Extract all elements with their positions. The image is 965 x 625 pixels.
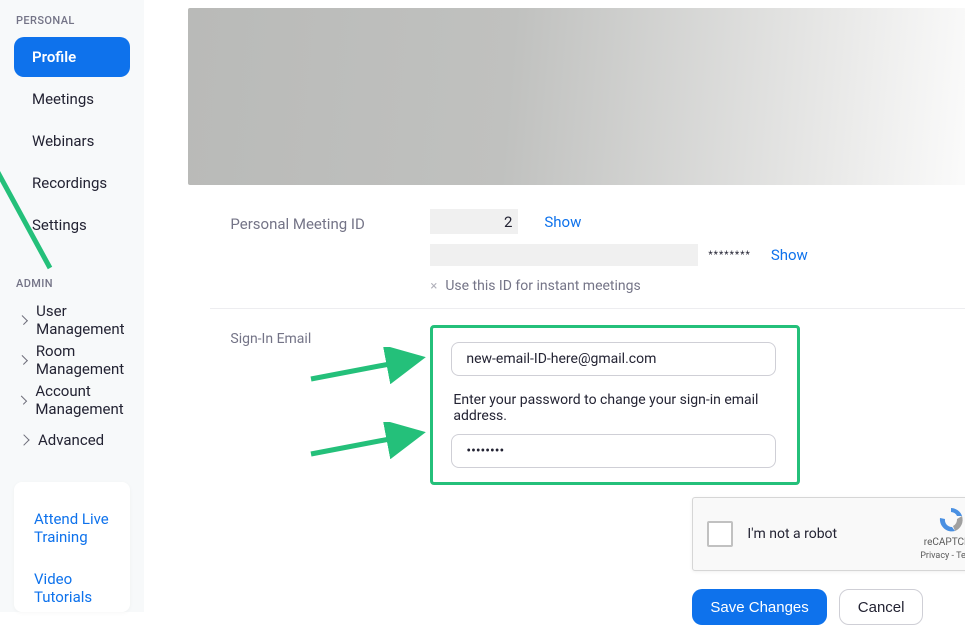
- video-tutorials-link[interactable]: Video Tutorials: [34, 564, 110, 606]
- pmi-url-masked: [430, 244, 698, 266]
- recaptcha-terms-link[interactable]: Terms: [956, 551, 965, 561]
- sidebar-item-recordings[interactable]: Recordings: [14, 163, 130, 203]
- chevron-right-icon: [18, 355, 28, 365]
- chevron-right-icon: [18, 395, 27, 404]
- sidebar-item-user-management[interactable]: User Management: [14, 300, 130, 340]
- pmi-masked-dots: ********: [708, 250, 750, 261]
- chevron-right-icon: [18, 434, 29, 445]
- sidebar-item-webinars[interactable]: Webinars: [14, 121, 130, 161]
- main-content: Personal Meeting ID 2 Show ******** Show…: [144, 0, 965, 612]
- cancel-button[interactable]: Cancel: [839, 589, 924, 625]
- sidebar-item-settings[interactable]: Settings: [14, 205, 130, 245]
- sidebar-item-room-management[interactable]: Room Management: [14, 340, 130, 380]
- personal-section-label: PERSONAL: [16, 14, 130, 27]
- sidebar-item-account-management[interactable]: Account Management: [14, 380, 130, 420]
- pmi-masked-value: 2: [430, 209, 518, 234]
- help-card: Attend Live Training Video Tutorials: [14, 482, 130, 612]
- recaptcha-brand: reCAPTCHA Privacy - Terms: [920, 506, 965, 563]
- recaptcha-checkbox[interactable]: [707, 521, 733, 547]
- email-field[interactable]: [451, 342, 776, 376]
- highlight-annotation: Enter your password to change your sign-…: [430, 325, 800, 485]
- pmi-url-show-link[interactable]: Show: [771, 246, 808, 264]
- instant-meeting-text: Use this ID for instant meetings: [445, 278, 640, 294]
- close-icon: ×: [430, 279, 437, 294]
- save-changes-button[interactable]: Save Changes: [692, 589, 826, 625]
- recaptcha-label: I'm not a robot: [747, 526, 920, 542]
- sidebar-item-profile[interactable]: Profile: [14, 37, 130, 77]
- recaptcha-box[interactable]: I'm not a robot reCAPTCHA Privacy - Term…: [692, 497, 965, 571]
- profile-banner: [188, 8, 965, 185]
- signin-email-label: Sign-In Email: [230, 325, 430, 625]
- chevron-right-icon: [18, 315, 28, 325]
- sidebar-item-meetings[interactable]: Meetings: [14, 79, 130, 119]
- password-field[interactable]: [451, 434, 776, 468]
- password-hint: Enter your password to change your sign-…: [453, 392, 775, 424]
- recaptcha-privacy-link[interactable]: Privacy: [920, 551, 949, 561]
- admin-section-label: ADMIN: [16, 277, 130, 290]
- pmi-show-link[interactable]: Show: [544, 213, 581, 231]
- attend-training-link[interactable]: Attend Live Training: [34, 504, 110, 564]
- sidebar: PERSONAL Profile Meetings Webinars Recor…: [0, 0, 144, 612]
- sidebar-item-advanced[interactable]: Advanced: [14, 420, 130, 460]
- recaptcha-icon: [935, 506, 965, 534]
- pmi-label: Personal Meeting ID: [230, 209, 430, 294]
